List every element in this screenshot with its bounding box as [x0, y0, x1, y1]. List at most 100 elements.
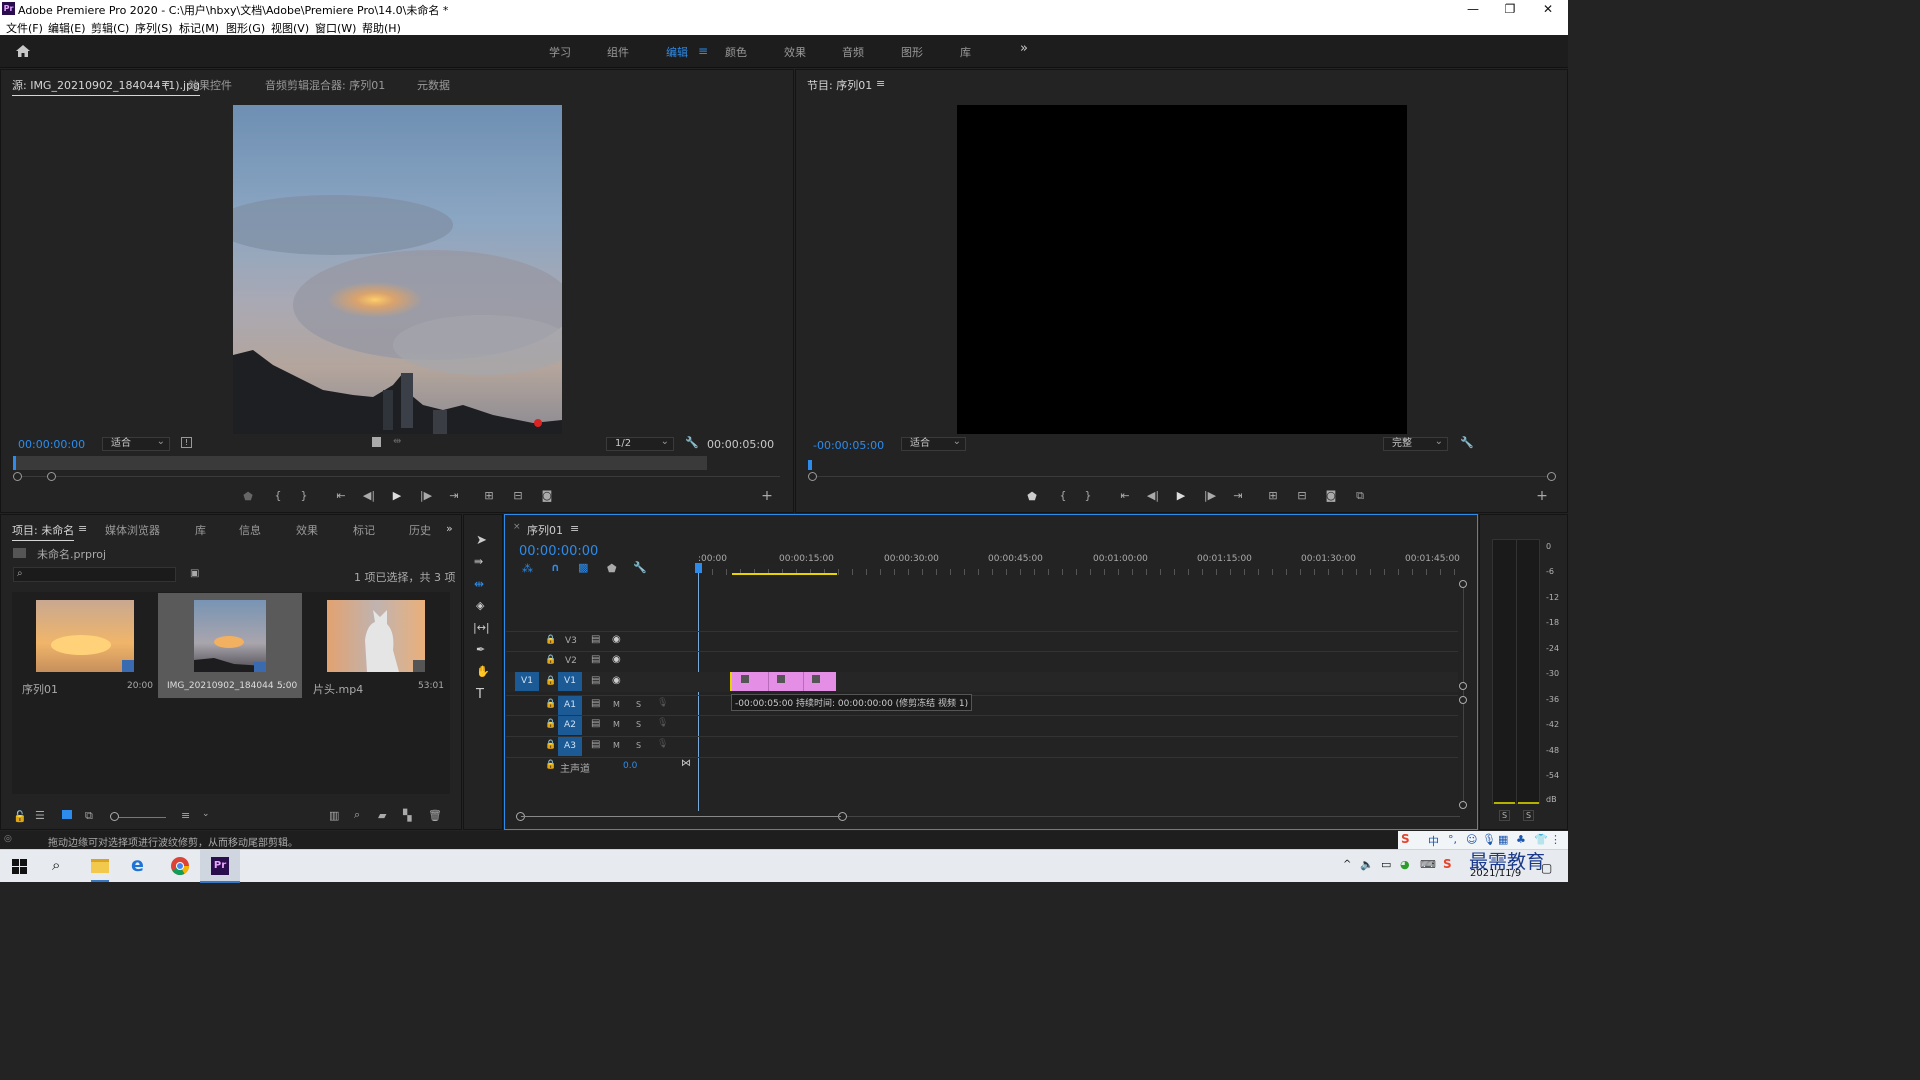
source-settings-icon[interactable]: ! [181, 437, 192, 448]
a2-solo-button[interactable]: S [636, 720, 641, 729]
ime-voice-icon[interactable]: 🎙 [1482, 833, 1496, 846]
list-view-icon[interactable]: ☰ [35, 809, 45, 822]
workspace-libraries[interactable]: 库 [960, 44, 971, 60]
type-tool-icon[interactable]: T [476, 687, 484, 702]
program-fit-dropdown[interactable]: 适合 [901, 436, 966, 451]
source-export-frame-camera-icon[interactable]: ◙ [538, 489, 556, 502]
tab-libraries[interactable]: 库 [195, 522, 206, 538]
program-tab-menu-icon[interactable]: ≡ [876, 77, 885, 90]
track-label-a3[interactable]: A3 [558, 737, 582, 756]
notification-center-icon[interactable]: ▢ [1541, 861, 1552, 875]
tab-media-browser[interactable]: 媒体浏览器 [105, 522, 160, 538]
video-clip[interactable] [730, 672, 836, 691]
workspace-learn[interactable]: 学习 [549, 44, 571, 60]
v3-eye-icon[interactable]: ◉ [612, 634, 621, 645]
program-comparison-view-button[interactable]: ⧉ [1351, 489, 1369, 503]
source-overwrite-button[interactable]: ⊟ [509, 489, 527, 502]
home-icon[interactable] [15, 44, 31, 58]
hand-tool-icon[interactable]: ✋ [476, 665, 490, 678]
source-patch-v1[interactable]: V1 [515, 672, 539, 691]
trash-icon[interactable]: 🗑 [428, 809, 442, 822]
source-go-to-out-button[interactable]: ⇥ [445, 489, 463, 502]
timeline-settings-wrench-icon[interactable]: 🔧 [633, 561, 647, 574]
source-drag-video-icon[interactable] [372, 437, 381, 447]
taskbar-date[interactable]: 2021/11/9 [1470, 868, 1521, 879]
video-scroll-handle-bottom[interactable] [1459, 682, 1467, 690]
pen-tool-icon[interactable]: ✒ [476, 643, 485, 656]
source-playhead[interactable] [13, 456, 16, 470]
program-lift-button[interactable]: ⊞ [1264, 489, 1282, 502]
source-zoom-handle-left[interactable] [13, 472, 22, 481]
source-wrench-icon[interactable]: 🔧 [685, 436, 699, 449]
workspace-more-button[interactable]: » [1020, 41, 1028, 56]
track-label-a2[interactable]: A2 [558, 716, 582, 735]
v2-sync-icon[interactable]: ▤ [591, 654, 600, 665]
source-mark-out-button[interactable]: } [295, 489, 313, 502]
find-icon[interactable]: ⌕ [354, 808, 360, 822]
project-item-image[interactable]: IMG_20210902_184044 ... 5:00 [158, 593, 302, 698]
a2-voiceover-mic-icon[interactable]: 🎙 [657, 718, 668, 728]
taskbar-premiere-active[interactable]: Pr [200, 850, 240, 883]
source-marker-button[interactable]: ⬟ [239, 490, 257, 503]
source-zoom-bar[interactable] [14, 476, 780, 477]
sogou-ime-icon[interactable]: S [1401, 832, 1410, 846]
track-label-v1[interactable]: V1 [558, 672, 582, 691]
a2-lock-icon[interactable]: 🔒 [545, 719, 556, 729]
restore-button[interactable]: ❐ [1492, 0, 1528, 18]
program-extract-button[interactable]: ⊟ [1293, 489, 1311, 502]
nest-toggle-icon[interactable]: ⁂ [522, 562, 533, 575]
a1-lock-icon[interactable]: 🔒 [545, 699, 556, 709]
audio-scroll-handle-bottom[interactable] [1459, 801, 1467, 809]
project-more-tabs-icon[interactable]: » [446, 522, 453, 535]
track-label-v3[interactable]: V3 [565, 636, 577, 646]
menu-help[interactable]: 帮助(H) [362, 20, 401, 36]
workspace-graphics[interactable]: 图形 [901, 44, 923, 60]
menu-edit[interactable]: 编辑(E) [48, 20, 86, 36]
ime-skin-icon[interactable]: ♣ [1516, 833, 1526, 846]
program-go-to-out-button[interactable]: ⇥ [1229, 489, 1247, 502]
ime-keyboard-icon[interactable]: ▦ [1498, 833, 1508, 846]
menu-marker[interactable]: 标记(M) [179, 20, 219, 36]
v1-eye-icon[interactable]: ◉ [612, 675, 621, 686]
windows-start-icon[interactable] [12, 859, 27, 874]
new-search-bin-icon[interactable]: ▣ [190, 568, 199, 579]
slip-tool-icon[interactable]: |↔| [473, 621, 490, 634]
project-tab-menu-icon[interactable]: ≡ [78, 522, 87, 535]
volume-icon[interactable]: 🔈 [1360, 858, 1374, 871]
tray-ime-icon[interactable]: ⌨ [1420, 858, 1436, 871]
v2-lock-icon[interactable]: 🔒 [545, 655, 556, 665]
minimize-button[interactable]: — [1455, 0, 1491, 18]
project-item-video[interactable]: 片头.mp4 53:01 [303, 593, 449, 697]
source-add-button[interactable]: + [758, 488, 776, 504]
track-label-v2[interactable]: V2 [565, 656, 577, 666]
program-zoom-handle-left[interactable] [808, 472, 817, 481]
tab-audio-clip-mixer[interactable]: 音频剪辑混合器: 序列01 [265, 77, 385, 93]
tab-effect-controls[interactable]: 效果控件 [188, 77, 232, 93]
add-marker-icon[interactable]: ⬟ [607, 562, 617, 575]
program-export-frame-camera-icon[interactable]: ◙ [1322, 489, 1340, 502]
v3-lock-icon[interactable]: 🔒 [545, 635, 556, 645]
file-explorer-icon[interactable] [91, 859, 109, 873]
ime-apps-icon[interactable]: ⋮ [1550, 833, 1561, 846]
source-resolution-dropdown[interactable]: 1/2 [606, 436, 674, 451]
source-drag-audio-icon[interactable]: ⇹ [393, 436, 401, 447]
ime-punctuation-icon[interactable]: °, [1448, 833, 1457, 846]
a2-sync-icon[interactable]: ▤ [591, 718, 600, 729]
selection-tool-icon[interactable]: ➤ [476, 533, 487, 548]
source-tab-menu-icon[interactable]: ≡ [161, 77, 170, 90]
sort-icon[interactable]: ≡ [181, 809, 190, 822]
timeline-timecode[interactable]: 00:00:00:00 [519, 544, 598, 559]
program-timecode[interactable]: -00:00:05:00 [813, 439, 884, 452]
menu-file[interactable]: 文件(F) [6, 20, 43, 36]
a3-lock-icon[interactable]: 🔒 [545, 740, 556, 750]
automate-to-sequence-icon[interactable]: ▥ [329, 809, 339, 822]
source-time-ruler[interactable] [13, 456, 707, 470]
workspace-audio[interactable]: 音频 [842, 44, 864, 60]
program-add-button[interactable]: + [1533, 488, 1551, 504]
menu-window[interactable]: 窗口(W) [315, 20, 356, 36]
a3-voiceover-mic-icon[interactable]: 🎙 [657, 739, 668, 749]
new-bin-folder-icon[interactable]: ▰ [378, 809, 386, 822]
master-lock-icon[interactable]: 🔒 [545, 760, 556, 770]
v3-sync-icon[interactable]: ▤ [591, 634, 600, 645]
program-step-forward-button[interactable]: |▶ [1201, 489, 1219, 502]
